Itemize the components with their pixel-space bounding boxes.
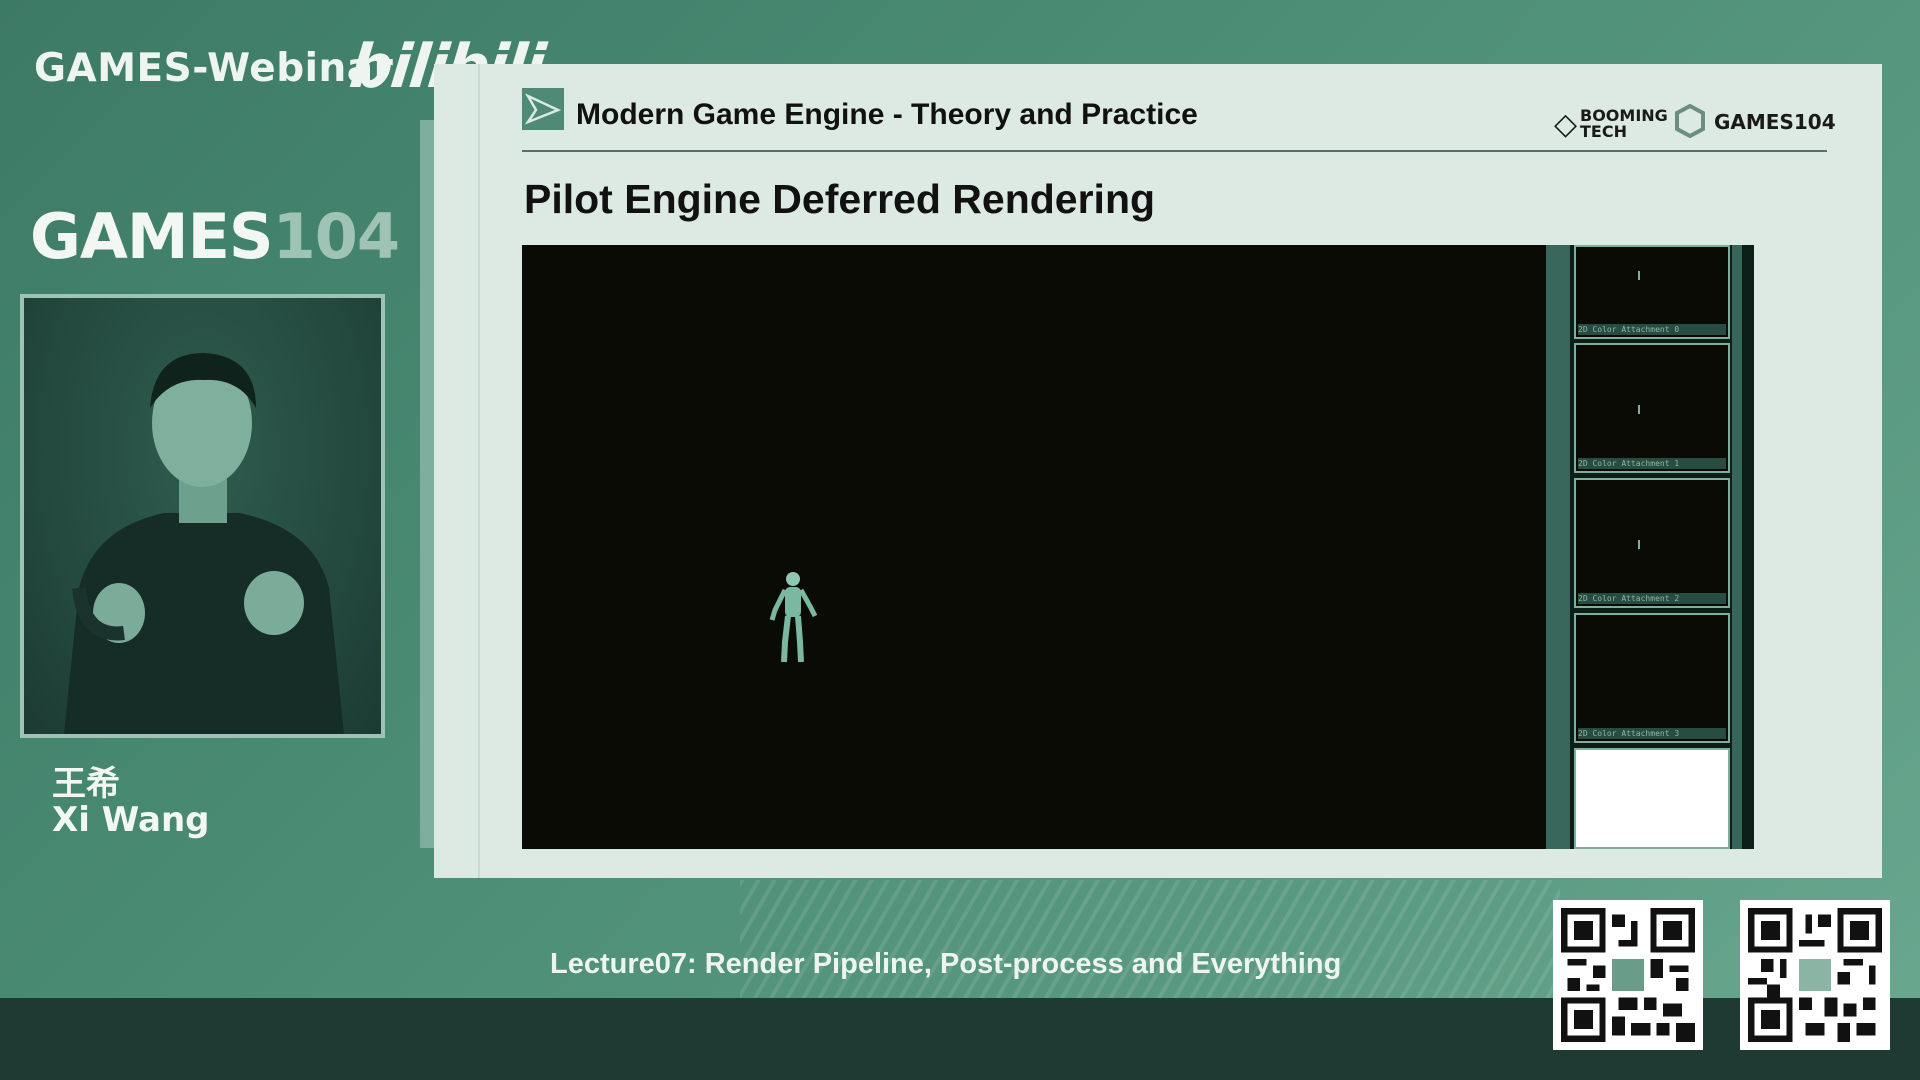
slide-title: Pilot Engine Deferred Rendering — [524, 176, 1156, 222]
slide-logo-icon — [522, 88, 564, 130]
speaker-silhouette — [64, 353, 344, 734]
header-rule — [522, 150, 1827, 152]
render-viewport — [522, 245, 1546, 849]
attachment-thumbnail — [1574, 748, 1730, 849]
attachment-thumbnail: 2D Color Attachment 3 — [1574, 613, 1730, 743]
webinar-brand: GAMES-Webinar — [34, 46, 394, 91]
speaker-name-english: Xi Wang — [52, 800, 210, 840]
panel-scrollbar[interactable] — [1732, 245, 1742, 849]
qr-code-icon — [1553, 900, 1703, 1050]
attachment-caption: 2D Color Attachment 1 — [1578, 458, 1726, 469]
booming-tech-logo: ◇ BOOMING TECH — [1554, 106, 1674, 142]
games-logo-text: GAMES — [30, 200, 274, 273]
attachment-thumbnail: 2D Color Attachment 0 — [1574, 245, 1730, 339]
attachment-caption: 2D Color Attachment 3 — [1578, 728, 1726, 739]
panel-gap — [1546, 245, 1570, 849]
games-logo-number: 104 — [272, 200, 400, 273]
character-model — [769, 572, 818, 663]
gbuffer-attachments-panel: 2D Color Attachment 0 2D Color Attachmen… — [1546, 245, 1754, 849]
slide-divider — [478, 64, 480, 878]
slide-edge — [420, 120, 434, 848]
booming-tech-icon: ◇ — [1554, 107, 1578, 142]
speaker-name-chinese: 王希 — [52, 764, 120, 804]
qr-code-icon — [1740, 900, 1890, 1050]
slide-header-title: Modern Game Engine - Theory and Practice — [576, 98, 1198, 131]
attachment-thumbnail: 2D Color Attachment 1 — [1574, 343, 1730, 473]
attachment-caption: 2D Color Attachment 2 — [1578, 593, 1726, 604]
games104-icon — [1674, 103, 1706, 139]
speaker-video — [20, 294, 385, 738]
games104-header-logo: GAMES104 — [1714, 110, 1836, 134]
lecture-title: Lecture07: Render Pipeline, Post-process… — [550, 948, 1342, 980]
booming-text-2: TECH — [1580, 122, 1627, 141]
slide: Modern Game Engine - Theory and Practice… — [434, 64, 1882, 878]
games104-logo: GAMES104 — [30, 200, 400, 273]
attachment-thumbnail: 2D Color Attachment 2 — [1574, 478, 1730, 608]
attachment-caption: 2D Color Attachment 0 — [1578, 324, 1726, 335]
